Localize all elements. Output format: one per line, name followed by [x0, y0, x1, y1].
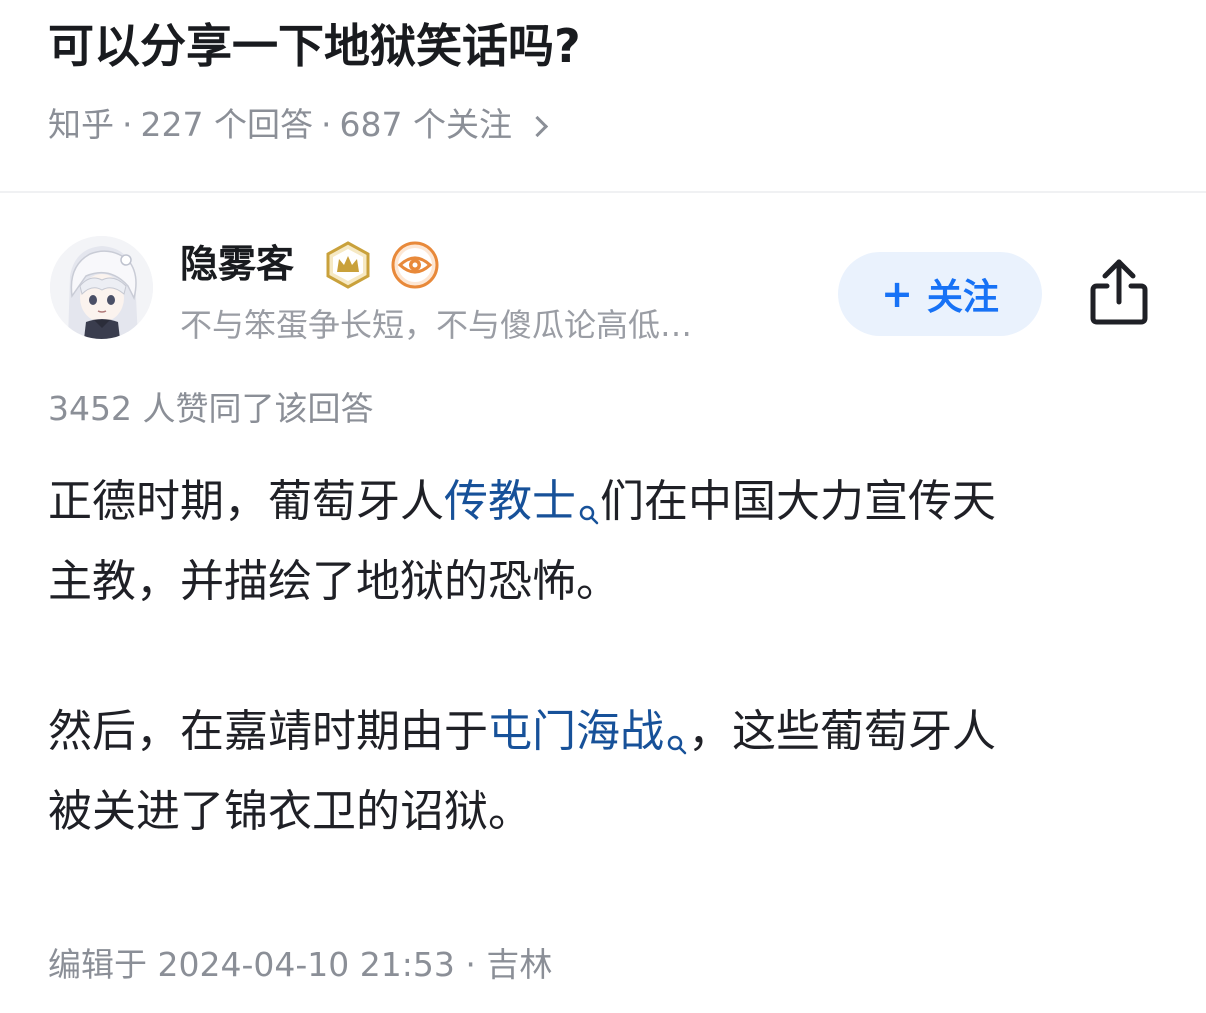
search-icon [578, 472, 600, 525]
follow-label: 关注 [926, 277, 999, 318]
avatar-illustration [50, 236, 153, 339]
eye-badge-icon[interactable] [390, 240, 440, 290]
source-label: 知乎 [48, 105, 114, 144]
text-line: 被关进了锦衣卫的诏狱。 [48, 786, 532, 837]
answer-paragraph: 正德时期，葡萄牙人传教士 们在中国大力宣传天 主教，并描绘了地狱的恐怖。 [48, 462, 1158, 622]
text-span: 然后，在嘉靖时期由于 [48, 706, 488, 757]
text-span: 正德时期，葡萄牙人 [48, 476, 444, 527]
answer-page: 可以分享一下地狱笑话吗? 知乎 · 227 个回答 · 687 个关注 隐雾客 [0, 0, 1206, 1013]
author-bio: 不与笨蛋争长短，不与傻瓜论高低… [180, 306, 693, 344]
author-name[interactable]: 隐雾客 [180, 236, 294, 292]
answer-count: 227 个回答 [140, 105, 313, 144]
text-span: 们在中国大力宣传天 [600, 476, 996, 527]
text-span: ，这些葡萄牙人 [688, 706, 996, 757]
follower-count: 687 个关注 [339, 105, 512, 144]
divider [0, 191, 1206, 193]
answer-paragraph: 然后，在嘉靖时期由于屯门海战 ，这些葡萄牙人 被关进了锦衣卫的诏狱。 [48, 692, 1158, 852]
text-line: 然后，在嘉靖时期由于屯门海战 ，这些葡萄牙人 [48, 692, 1158, 772]
text-line: 正德时期，葡萄牙人传教士 们在中国大力宣传天 [48, 462, 1158, 542]
keyword-link-text: 传教士 [444, 476, 576, 527]
text-line: 主教，并描绘了地狱的恐怖。 [48, 556, 620, 607]
chevron-right-icon [526, 115, 549, 137]
question-title[interactable]: 可以分享一下地狱笑话吗? [48, 14, 581, 78]
keyword-link-battle[interactable]: 屯门海战 [488, 706, 688, 757]
avatar[interactable] [50, 236, 153, 339]
plus-icon: + [881, 272, 913, 316]
question-meta[interactable]: 知乎 · 227 个回答 · 687 个关注 [48, 100, 549, 150]
vote-count: 3452 人赞同了该回答 [48, 389, 374, 428]
share-icon[interactable] [1085, 256, 1153, 328]
keyword-link-text: 屯门海战 [488, 706, 664, 757]
edit-info: 编辑于 2024-04-10 21:53 · 吉林 [48, 945, 553, 984]
crown-badge-icon[interactable] [323, 240, 373, 290]
follow-button[interactable]: + 关注 [838, 252, 1042, 336]
search-icon [666, 702, 688, 755]
separator: · [320, 105, 332, 144]
keyword-link-missionary[interactable]: 传教士 [444, 476, 600, 527]
separator: · [122, 105, 133, 144]
